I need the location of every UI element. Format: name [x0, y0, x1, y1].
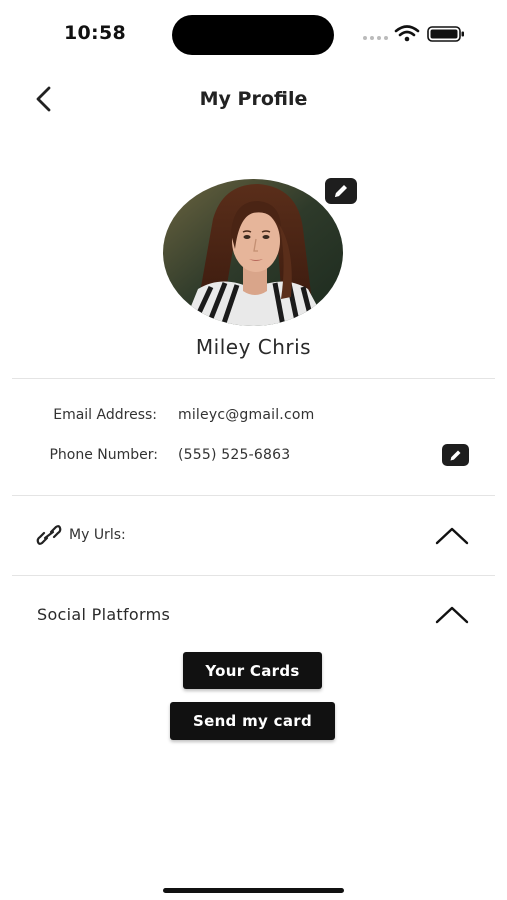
profile-name: Miley Chris: [195, 335, 312, 359]
divider: [12, 378, 495, 379]
battery-icon: [427, 26, 464, 42]
edit-contact-button[interactable]: [442, 444, 469, 466]
pencil-icon: [335, 185, 347, 197]
social-label: Social Platforms: [37, 605, 171, 624]
profile-avatar: [163, 179, 343, 326]
phone-label: Phone Number:: [49, 447, 158, 463]
urls-label: My Urls:: [69, 527, 126, 543]
status-icons: [362, 24, 472, 44]
signal-icon: [363, 25, 464, 42]
link-icon: [36, 525, 62, 545]
profile-screen: 10:58 My Profile Miley Chris Email Addre…: [0, 0, 507, 900]
wifi-icon: [394, 25, 420, 42]
email-value: mileyc@gmail.com: [178, 407, 315, 423]
divider: [12, 495, 495, 496]
status-time: 10:58: [64, 22, 126, 44]
home-indicator[interactable]: [163, 888, 344, 893]
dynamic-island: [172, 15, 334, 55]
divider: [12, 575, 495, 576]
pencil-icon: [450, 450, 461, 460]
avatar-photo: [163, 179, 343, 326]
email-label: Email Address:: [53, 407, 157, 423]
chevron-up-icon[interactable]: [434, 524, 470, 546]
page-title: My Profile: [199, 88, 308, 110]
send-my-card-button[interactable]: Send my card: [170, 702, 335, 740]
chevron-up-icon[interactable]: [434, 603, 470, 625]
your-cards-button[interactable]: Your Cards: [183, 652, 322, 689]
phone-value: (555) 525-6863: [178, 447, 291, 463]
edit-photo-button[interactable]: [325, 178, 357, 204]
